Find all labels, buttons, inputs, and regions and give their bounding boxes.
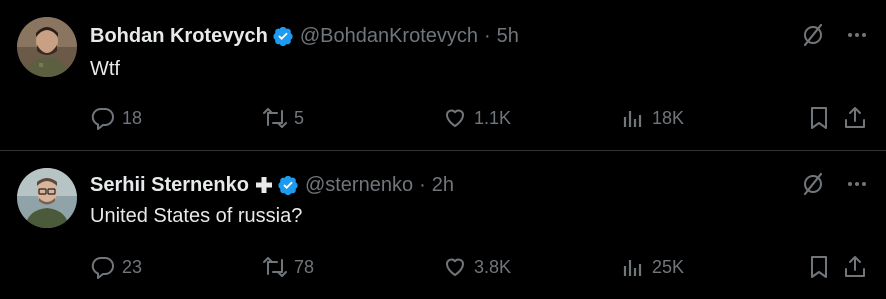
bookmark-button[interactable] <box>806 253 832 281</box>
reply-count: 18 <box>122 107 143 128</box>
verified-badge-icon <box>272 25 294 47</box>
grok-icon[interactable] <box>800 171 826 197</box>
bookmark-icon <box>811 107 827 129</box>
retweet-icon <box>263 257 287 277</box>
reply-button[interactable]: 23 <box>90 253 142 281</box>
handle[interactable]: @BohdanKrotevych <box>300 25 478 48</box>
share-icon <box>845 107 865 128</box>
tweet[interactable]: Serhii Sternenko @sternenko · 2h United … <box>0 151 886 299</box>
reply-icon <box>91 256 114 279</box>
heart-icon <box>446 258 464 276</box>
separator-dot: · <box>484 24 491 47</box>
retweet-count: 78 <box>294 256 315 277</box>
retweet-icon <box>263 108 287 128</box>
views-icon <box>623 260 642 276</box>
reply-count: 23 <box>122 256 143 277</box>
grok-icon[interactable] <box>800 22 826 48</box>
bookmark-button[interactable] <box>806 104 832 132</box>
separator-dot: · <box>419 173 426 196</box>
like-button[interactable]: 1.1K <box>442 104 511 132</box>
timeline-feed: Bohdan Krotevych @BohdanKrotevych · 5h W… <box>0 0 886 299</box>
display-name[interactable]: Bohdan Krotevych <box>90 25 268 48</box>
like-count: 1.1K <box>474 107 512 128</box>
share-button[interactable] <box>842 104 868 132</box>
like-button[interactable]: 3.8K <box>442 253 511 281</box>
avatar[interactable] <box>17 168 77 228</box>
retweet-button[interactable]: 5 <box>262 104 304 132</box>
heart-icon <box>446 109 464 127</box>
tweet-top-actions <box>800 22 868 48</box>
views-icon <box>623 111 642 127</box>
retweet-button[interactable]: 78 <box>262 253 314 281</box>
more-icon[interactable] <box>846 24 868 46</box>
timestamp[interactable]: 2h <box>432 174 454 197</box>
views-button[interactable]: 25K <box>620 253 684 281</box>
reply-icon <box>91 107 114 130</box>
bookmark-icon <box>811 256 827 278</box>
views-button[interactable]: 18K <box>620 104 684 132</box>
share-icon <box>845 256 865 277</box>
handle[interactable]: @sternenko <box>305 174 413 197</box>
tweet-text: United States of russia? <box>90 205 303 227</box>
retweet-count: 5 <box>294 107 305 128</box>
tweet-actions: 18 5 1.1K 18K <box>90 104 868 132</box>
reply-button[interactable]: 18 <box>90 104 142 132</box>
tweet-top-actions <box>800 171 868 197</box>
timestamp[interactable]: 5h <box>497 25 519 48</box>
view-count: 25K <box>652 256 685 277</box>
share-button[interactable] <box>842 253 868 281</box>
tweet-header: Bohdan Krotevych @BohdanKrotevych · 5h <box>90 22 519 50</box>
like-count: 3.8K <box>474 256 512 277</box>
tweet-text: Wtf <box>90 58 120 80</box>
view-count: 18K <box>652 107 685 128</box>
tweet-actions: 23 78 3.8K 25K <box>90 253 868 281</box>
plus-icon <box>255 176 273 194</box>
avatar[interactable] <box>17 17 77 77</box>
tweet[interactable]: Bohdan Krotevych @BohdanKrotevych · 5h W… <box>0 0 886 151</box>
more-icon[interactable] <box>846 173 868 195</box>
verified-badge-icon <box>277 174 299 196</box>
tweet-header: Serhii Sternenko @sternenko · 2h <box>90 171 454 199</box>
display-name[interactable]: Serhii Sternenko <box>90 174 249 197</box>
